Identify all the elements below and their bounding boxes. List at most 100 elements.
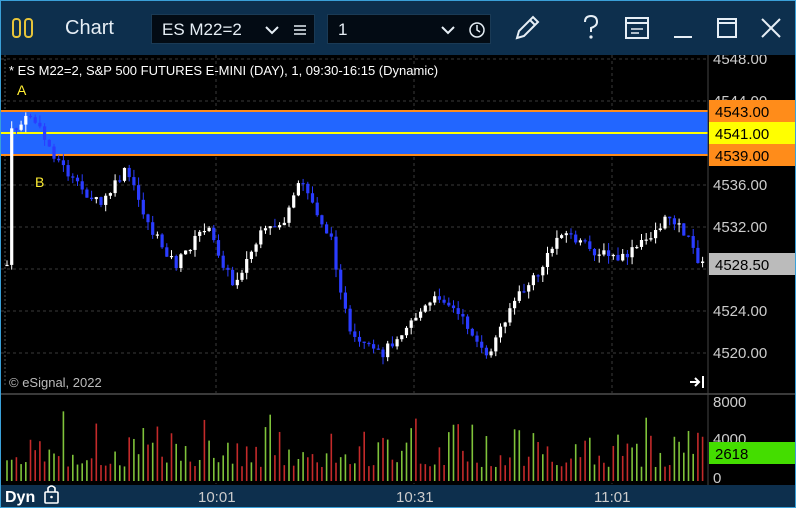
volume-bar xyxy=(589,437,591,481)
candle-body xyxy=(263,228,268,231)
chevron-down-icon[interactable] xyxy=(440,24,456,36)
candle-body xyxy=(588,241,592,249)
clock-icon[interactable] xyxy=(468,21,486,39)
panel-divider[interactable] xyxy=(1,393,795,395)
volume-bar xyxy=(495,466,497,481)
candle-body xyxy=(212,227,216,241)
volume-bar xyxy=(213,457,215,481)
volume-bar xyxy=(527,456,530,481)
volume-bar xyxy=(650,435,652,481)
candle-body xyxy=(381,349,385,358)
candle-body xyxy=(207,227,211,232)
candle-body xyxy=(564,233,568,236)
candle-body xyxy=(517,291,521,301)
candle-body xyxy=(151,222,155,235)
volume-bar xyxy=(53,453,55,481)
candle-body xyxy=(367,342,371,345)
list-icon[interactable] xyxy=(292,23,308,37)
volume-bar xyxy=(537,441,539,481)
maximize-icon[interactable] xyxy=(711,11,743,45)
volume-bar xyxy=(198,459,201,481)
save-icon[interactable] xyxy=(621,11,653,45)
minimize-icon[interactable] xyxy=(667,11,699,45)
fib-tag-label: 4539.00 xyxy=(715,148,769,165)
volume-bar xyxy=(208,440,210,481)
candle-body xyxy=(184,250,188,255)
volume-bar xyxy=(203,419,206,481)
time-tick: 10:01 xyxy=(198,489,236,506)
candle-body xyxy=(71,176,75,178)
volume-bar xyxy=(452,424,455,481)
volume-bar xyxy=(166,462,168,481)
volume-bar xyxy=(255,446,257,481)
volume-bar xyxy=(25,462,27,481)
volume-bar xyxy=(339,457,342,481)
candle-body xyxy=(259,230,263,245)
candle-body xyxy=(607,250,611,257)
interval-selector[interactable]: 1 xyxy=(327,14,491,44)
candle-body xyxy=(249,251,253,260)
volume-bar xyxy=(466,461,469,481)
volume-bar xyxy=(448,432,450,481)
volume-bar xyxy=(626,443,629,481)
volume-bar xyxy=(509,457,511,481)
volume-bar xyxy=(260,466,262,481)
candle-body xyxy=(672,218,676,225)
candle-body xyxy=(231,269,235,286)
candle-body xyxy=(597,254,601,256)
volume-bar xyxy=(457,424,459,481)
pencil-icon[interactable] xyxy=(511,11,543,45)
close-icon[interactable] xyxy=(755,11,787,45)
volume-bar xyxy=(264,427,267,481)
candle-body xyxy=(85,189,89,198)
volume-bar xyxy=(81,463,83,481)
volume-bar xyxy=(316,462,318,481)
volume-bar xyxy=(330,433,333,481)
volume-bar xyxy=(114,451,116,481)
candle-body xyxy=(5,264,9,267)
volume-bar xyxy=(659,452,662,481)
volume-bar xyxy=(443,465,445,481)
candle-body xyxy=(428,302,432,306)
volume-bar xyxy=(86,460,88,481)
candle-body xyxy=(14,128,18,130)
candle-body xyxy=(602,250,606,255)
candle-body xyxy=(701,261,705,263)
candle-body xyxy=(470,328,474,336)
candle-body xyxy=(466,316,470,329)
volume-bar xyxy=(579,457,582,481)
volume-bar xyxy=(683,452,685,481)
volume-bar xyxy=(424,464,427,481)
volume-bar xyxy=(325,453,328,481)
candle-body xyxy=(339,269,343,293)
candle-body xyxy=(10,128,14,265)
candle-body xyxy=(414,317,418,321)
candle-body xyxy=(592,248,597,256)
candle-body xyxy=(99,197,103,205)
candle-body xyxy=(315,202,319,216)
candle-body xyxy=(451,305,456,309)
volume-bar xyxy=(344,454,347,481)
price-panel[interactable] xyxy=(1,55,708,393)
candle-body xyxy=(386,343,390,358)
price-tick: 4548.00 xyxy=(713,55,767,68)
volume-bar xyxy=(10,459,13,481)
candle-body xyxy=(541,267,545,276)
volume-bar xyxy=(302,452,304,481)
candle-body xyxy=(668,216,672,219)
chart-area[interactable]: * ES M22=2, S&P 500 FUTURES E-MINI (DAY)… xyxy=(1,55,795,507)
title-bar: Chart ES M22=2 1 xyxy=(1,1,795,55)
symbol-selector[interactable]: ES M22=2 xyxy=(151,14,315,44)
chevron-down-icon[interactable] xyxy=(264,24,280,36)
dyn-label[interactable]: Dyn xyxy=(5,489,35,506)
volume-bar xyxy=(245,446,248,481)
candle-body xyxy=(104,195,108,205)
fib-price-tags: 4543.00 4541.00 4539.00 xyxy=(709,100,795,166)
volume-bar xyxy=(62,411,65,481)
volume-bar xyxy=(147,444,149,481)
candle-body xyxy=(141,199,145,215)
candle-body xyxy=(245,259,249,273)
point-label-a: A xyxy=(17,82,27,98)
volume-bar xyxy=(401,450,403,481)
help-icon[interactable] xyxy=(575,11,607,45)
